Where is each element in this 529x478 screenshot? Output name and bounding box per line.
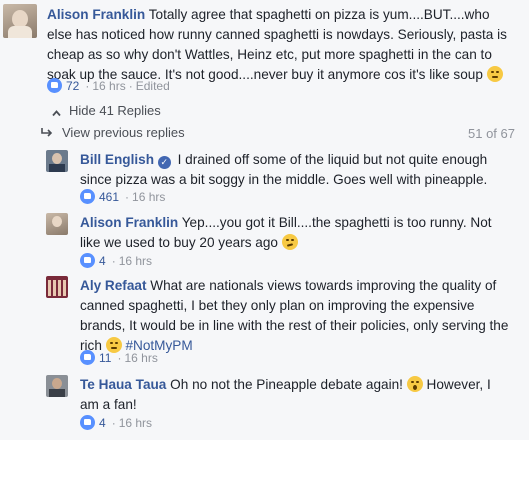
chevron-up-icon	[52, 106, 61, 117]
reply-body: Te Haua Taua Oh no not the Pineapple deb…	[80, 375, 510, 415]
avatar[interactable]	[46, 375, 68, 397]
reply-body: Alison Franklin Yep....you got it Bill..…	[80, 213, 515, 253]
reply-meta: 4 · 16 hrs	[80, 415, 152, 430]
separator-dot: ·	[111, 415, 116, 430]
like-count[interactable]: 4	[99, 254, 106, 268]
reply-text: Oh no not the Pineapple debate again!	[170, 377, 403, 392]
separator-dot: ·	[125, 189, 130, 204]
like-icon[interactable]	[80, 253, 95, 268]
avatar[interactable]	[46, 276, 68, 298]
hide-replies-label: Hide 41 Replies	[69, 103, 161, 118]
smirk-emoji-icon	[486, 66, 503, 82]
like-count[interactable]: 11	[99, 351, 111, 365]
comment-author[interactable]: Alison Franklin	[47, 7, 145, 22]
scream-emoji-icon	[406, 376, 423, 392]
reply-body: Aly Refaat What are nationals views towa…	[80, 276, 510, 356]
comment-body: Alison Franklin Totally agree that spagh…	[47, 5, 517, 85]
comment-thread: Alison Franklin Totally agree that spagh…	[0, 0, 529, 440]
separator-dot: ·	[128, 78, 133, 93]
separator-dot: ·	[85, 78, 90, 93]
like-icon[interactable]	[47, 78, 62, 93]
reply-time[interactable]: 16 hrs	[132, 190, 165, 204]
like-count[interactable]: 4	[99, 416, 106, 430]
avatar[interactable]	[46, 150, 68, 172]
verified-badge-icon: ✓	[157, 156, 171, 169]
reply-author[interactable]: Bill English	[80, 152, 154, 167]
edited-label[interactable]: Edited	[136, 79, 170, 93]
confused-emoji-icon	[281, 234, 298, 250]
like-icon[interactable]	[80, 350, 95, 365]
reply-counter: 51 of 67	[468, 126, 515, 141]
reply-body: Bill English ✓ I drained off some of the…	[80, 150, 510, 190]
view-previous-label: View previous replies	[62, 125, 185, 140]
view-previous-replies[interactable]: View previous replies	[40, 125, 185, 140]
reply-meta: 11 · 16 hrs	[80, 350, 158, 365]
reply-time[interactable]: 16 hrs	[119, 254, 152, 268]
reply-arrow-icon	[40, 127, 54, 139]
avatar[interactable]	[46, 213, 68, 235]
separator-dot: ·	[111, 253, 116, 268]
like-count[interactable]: 461	[99, 190, 119, 204]
comment-time[interactable]: 16 hrs	[92, 79, 125, 93]
comment-meta: 72 · 16 hrs · Edited	[47, 78, 170, 93]
reply-author[interactable]: Aly Refaat	[80, 278, 146, 293]
reply-time[interactable]: 16 hrs	[124, 351, 157, 365]
like-count[interactable]: 72	[66, 79, 79, 93]
separator-dot: ·	[117, 350, 122, 365]
reply-author[interactable]: Te Haua Taua	[80, 377, 166, 392]
avatar[interactable]	[3, 4, 37, 38]
like-icon[interactable]	[80, 189, 95, 204]
reply-author[interactable]: Alison Franklin	[80, 215, 178, 230]
like-icon[interactable]	[80, 415, 95, 430]
reply-time[interactable]: 16 hrs	[119, 416, 152, 430]
reply-meta: 461 · 16 hrs	[80, 189, 165, 204]
hide-replies-link[interactable]: Hide 41 Replies	[52, 103, 161, 118]
reply-meta: 4 · 16 hrs	[80, 253, 152, 268]
